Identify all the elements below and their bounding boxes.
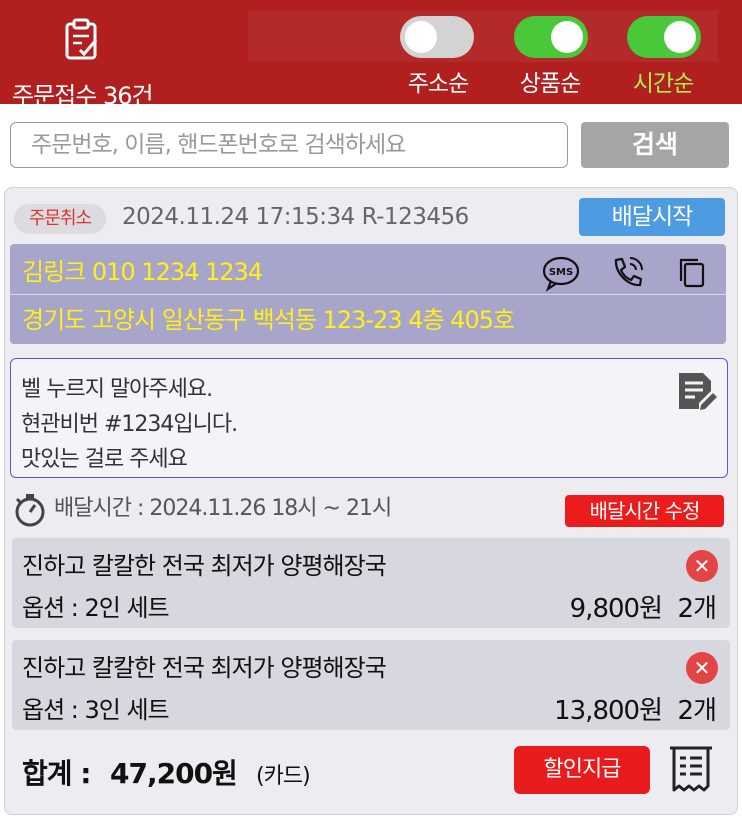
customer-info: 김링크 010 1234 1234 SMS 경기도 고양시 일산동구 백석동 1… <box>10 244 726 344</box>
sort-product-toggle[interactable] <box>514 16 588 58</box>
memo-line: 벨 누르지 말아주세요. <box>21 377 213 402</box>
memo-edit-icon[interactable] <box>675 369 719 413</box>
toggle-knob <box>551 21 583 53</box>
sort-time-label: 시간순 <box>632 71 694 97</box>
item-quantity: 2개 <box>677 696 717 726</box>
item-price: 13,800원 <box>554 696 663 726</box>
item-option: 옵션 : 2인 세트 <box>22 594 170 622</box>
edit-delivery-time-button[interactable]: 배달시간 수정 <box>565 495 724 527</box>
total-amount: 47,200원 <box>110 757 238 790</box>
toggle-knob <box>405 21 437 53</box>
copy-icon[interactable] <box>674 254 712 292</box>
discount-button[interactable]: 할인지급 <box>514 746 650 794</box>
order-item: 진하고 칼칼한 전국 최저가 양평해장국 ✕ 옵션 : 3인 세트 13,800… <box>12 640 730 730</box>
search-input[interactable]: 주문번호, 이름, 핸드폰번호로 검색하세요 <box>10 122 568 168</box>
remove-item-icon[interactable]: ✕ <box>686 652 718 684</box>
delivery-memo: 벨 누르지 말아주세요. 현관비번 #1234입니다. 맛있는 걸로 주세요 <box>10 358 728 478</box>
payment-method: (카드) <box>256 764 311 789</box>
status-badge: 주문취소 <box>14 204 106 234</box>
total-label: 합계 : <box>22 757 91 790</box>
order-datetime-id: 2024.11.24 17:15:34 R-123456 <box>122 204 469 230</box>
clipboard-check-icon <box>65 18 98 60</box>
memo-line: 맛있는 걸로 주세요 <box>21 447 188 472</box>
memo-line: 현관비번 #1234입니다. <box>21 412 238 437</box>
sort-time-toggle[interactable] <box>627 16 701 58</box>
timer-icon <box>15 494 45 527</box>
phone-call-icon[interactable] <box>608 254 646 292</box>
order-summary: 주문접수 36건 <box>12 14 162 110</box>
item-name: 진하고 칼칼한 전국 최저가 양평해장국 <box>22 654 387 682</box>
divider <box>10 294 726 295</box>
item-price: 9,800원 <box>569 594 663 624</box>
item-name: 진하고 칼칼한 전국 최저가 양평해장국 <box>22 552 387 580</box>
item-quantity: 2개 <box>677 594 717 624</box>
sort-product-label: 상품순 <box>519 71 581 97</box>
sort-address-toggle[interactable] <box>400 16 474 58</box>
search-button[interactable]: 검색 <box>581 122 729 168</box>
order-count: 주문접수 36건 <box>12 82 154 110</box>
start-delivery-button[interactable]: 배달시작 <box>579 198 725 236</box>
customer-address: 경기도 고양시 일산동구 백석동 123-23 4층 405호 <box>22 306 515 334</box>
sms-icon[interactable]: SMS <box>542 254 580 292</box>
app-header: 주문접수 36건 주소순 상품순 시간순 <box>0 0 742 110</box>
customer-name-phone: 김링크 010 1234 1234 <box>22 258 263 286</box>
remove-item-icon[interactable]: ✕ <box>686 550 718 582</box>
order-item: 진하고 칼칼한 전국 최저가 양평해장국 ✕ 옵션 : 2인 세트 9,800원… <box>12 538 730 628</box>
sms-icon-text: SMS <box>549 267 573 278</box>
toggle-knob <box>664 21 696 53</box>
sort-address-label: 주소순 <box>407 71 469 97</box>
item-option: 옵션 : 3인 세트 <box>22 696 170 724</box>
receipt-icon[interactable] <box>668 744 714 796</box>
delivery-time: 배달시간 : 2024.11.26 18시 ~ 21시 <box>54 496 392 521</box>
